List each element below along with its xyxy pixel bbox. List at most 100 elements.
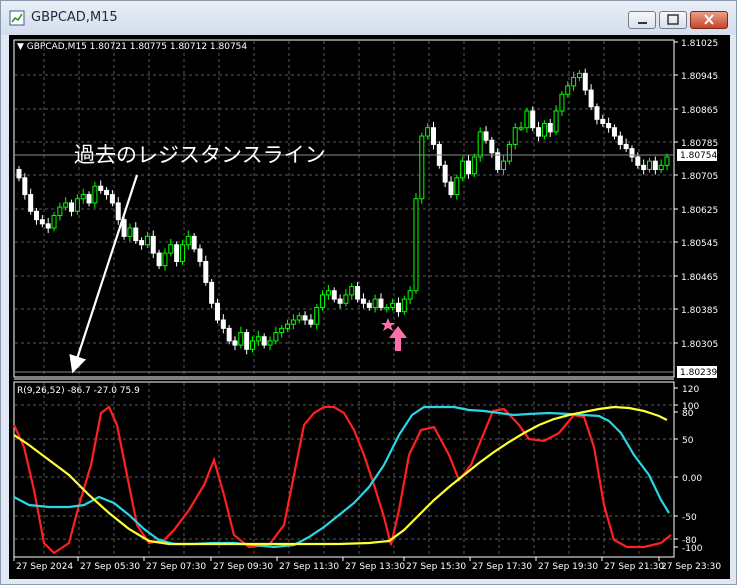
candle-body	[98, 185, 104, 191]
candle-body	[460, 160, 466, 179]
candle-body	[92, 185, 98, 204]
candle-body	[296, 315, 302, 321]
candle-body	[104, 189, 110, 196]
price-tick-label: 1.80785	[681, 139, 718, 149]
close-button[interactable]	[690, 11, 728, 29]
candle-body	[214, 302, 220, 321]
candle-body	[635, 156, 641, 166]
indicator-frame	[13, 381, 675, 558]
indicator-axis: 12010080500.00-50-80-100	[674, 385, 703, 554]
close-icon	[704, 14, 714, 25]
candle-body	[617, 135, 623, 145]
candle-body	[45, 223, 51, 229]
candle-body	[652, 160, 658, 171]
candle-body	[179, 244, 185, 262]
candle-body	[203, 260, 209, 283]
candle-body	[547, 123, 553, 133]
candle-body	[355, 286, 361, 300]
chart-area[interactable]: 1.81025 1.80945 1.80865 1.80785 1.80705 1.806…	[9, 35, 730, 579]
candle-body	[279, 327, 285, 334]
ind-tick-label: -100	[682, 544, 703, 554]
price-tick-label: 1.80705	[681, 172, 718, 182]
candle-body	[401, 298, 407, 313]
indicator-info: R(9,26,52) -86.7 -27.0 75.9	[17, 386, 140, 396]
candle-body	[588, 89, 594, 108]
candle-body	[448, 181, 454, 196]
price-tick-label: 1.80305	[681, 340, 718, 350]
candle-body	[489, 139, 495, 154]
time-tick-label: 27 Sep 05:30	[80, 562, 140, 572]
candle-body	[69, 202, 75, 212]
candle-body	[63, 202, 69, 208]
candle-body	[582, 72, 588, 91]
resistance-annotation: 過去のレジスタンスライン	[74, 143, 326, 167]
candle-body	[553, 110, 559, 133]
price-tick-label: 1.80865	[681, 106, 718, 116]
maximize-button[interactable]	[659, 11, 687, 29]
candle-body	[606, 123, 612, 129]
annotation-arrow	[69, 174, 139, 374]
candle-body	[629, 148, 635, 158]
candle-body	[325, 290, 331, 296]
candle-body	[308, 319, 314, 325]
candle-body	[641, 164, 647, 171]
candle-body	[360, 298, 366, 304]
price-tick-label: 1.80625	[681, 206, 718, 216]
time-tick-label: 27 Sep 11:30	[279, 562, 339, 572]
candle-body	[430, 127, 436, 145]
support-price-label: 1.80239	[680, 368, 717, 378]
candle-body	[419, 135, 425, 200]
candle-body	[442, 164, 448, 183]
candle-body	[39, 219, 45, 225]
candle-body	[483, 131, 489, 141]
candle-body	[109, 194, 115, 204]
candle-body	[390, 302, 396, 308]
candle-body	[559, 93, 565, 112]
minimize-icon	[638, 22, 647, 24]
candle-body	[302, 315, 308, 321]
candle-body	[466, 160, 472, 175]
candle-body	[162, 252, 168, 267]
candle-body	[664, 156, 670, 166]
candle-body	[80, 194, 86, 200]
current-price-label: 1.80754	[680, 151, 717, 161]
candle-body	[506, 143, 512, 162]
candle-body	[168, 244, 174, 254]
ind-tick-label: 50	[682, 436, 694, 446]
candle-body	[174, 244, 180, 262]
candle-body	[115, 202, 121, 221]
candle-body	[530, 110, 536, 129]
candle-body	[349, 286, 355, 296]
candle-body	[144, 235, 150, 246]
candle-body	[285, 323, 291, 329]
indicator-grid	[15, 383, 673, 556]
price-tick-label: 1.80465	[681, 273, 718, 283]
time-tick-label: 27 Sep 07:30	[146, 562, 206, 572]
ind-tick-label: 120	[682, 385, 699, 395]
title-bar[interactable]: GBPCAD,M15	[1, 1, 736, 35]
candle-body	[139, 240, 145, 246]
time-tick-label: 27 Sep 15:30	[406, 562, 466, 572]
ind-tick-label: 80	[682, 409, 694, 419]
indicator-line-fast	[12, 405, 672, 555]
chart-canvas[interactable]: 1.81025 1.80945 1.80865 1.80785 1.80705 1.806…	[9, 35, 730, 579]
candle-body	[255, 336, 261, 342]
candle-body	[320, 294, 326, 308]
candle-body	[611, 127, 617, 137]
candle-body	[238, 332, 244, 346]
candle-body	[273, 332, 279, 342]
candle-body	[518, 127, 524, 130]
candle-body	[22, 177, 28, 196]
candle-body	[86, 194, 92, 204]
candle-body	[244, 332, 250, 350]
candle-body	[576, 72, 582, 79]
candle-body	[28, 194, 34, 212]
candle-body	[185, 235, 191, 246]
time-tick-label: 27 Sep 19:30	[538, 562, 598, 572]
candle-body	[425, 127, 431, 137]
minimize-button[interactable]	[628, 11, 656, 29]
candle-body	[454, 177, 460, 196]
signal-star-icon	[381, 318, 395, 331]
time-tick-label: 27 Sep 23:30	[661, 562, 721, 572]
candle-body	[261, 336, 267, 346]
